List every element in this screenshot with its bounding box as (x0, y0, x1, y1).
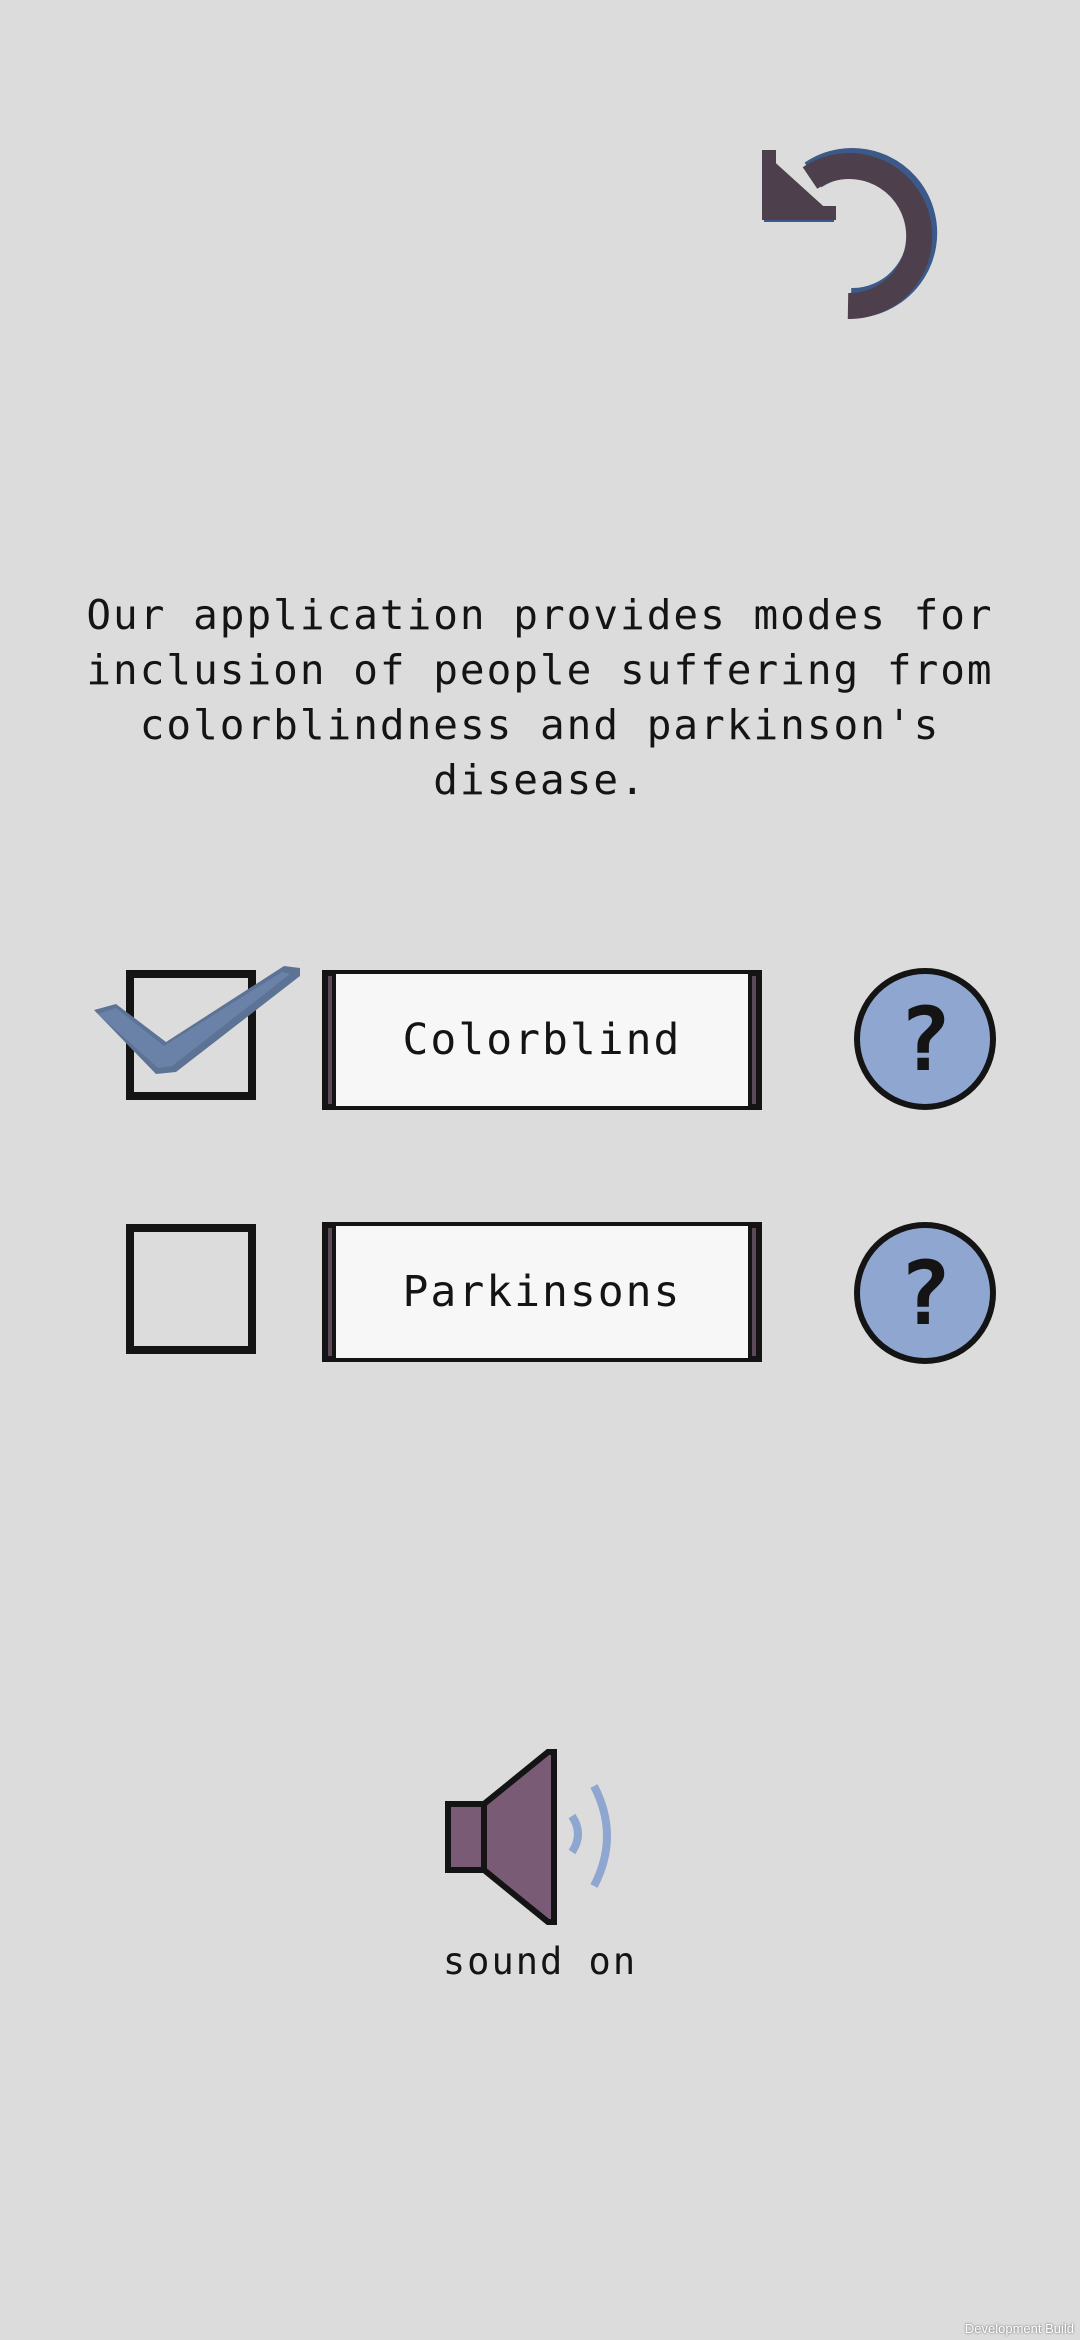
colorblind-help-button[interactable]: ? (852, 966, 998, 1112)
parkinsons-label: Parkinsons (402, 1267, 682, 1317)
sound-toggle-button[interactable] (444, 1748, 626, 1926)
sound-status-label: sound on (442, 1940, 638, 1983)
parkinsons-help-button[interactable]: ? (852, 1220, 998, 1366)
checkmark-icon (94, 966, 300, 1074)
parkinsons-mode-button[interactable]: Parkinsons (322, 1222, 762, 1362)
back-button[interactable] (752, 126, 974, 324)
question-mark-icon: ? (854, 968, 996, 1110)
undo-arrow-icon (762, 148, 938, 320)
colorblind-label: Colorblind (402, 1015, 682, 1065)
development-build-watermark: Development Build (964, 2321, 1074, 2336)
parkinsons-checkbox[interactable] (126, 1224, 256, 1354)
colorblind-mode-button[interactable]: Colorblind (322, 970, 762, 1110)
help-symbol: ? (899, 1242, 952, 1345)
description-text: Our application provides modes for inclu… (86, 591, 994, 804)
question-mark-icon: ? (854, 1222, 996, 1364)
help-symbol: ? (899, 988, 952, 1091)
speaker-icon (445, 1749, 611, 1925)
